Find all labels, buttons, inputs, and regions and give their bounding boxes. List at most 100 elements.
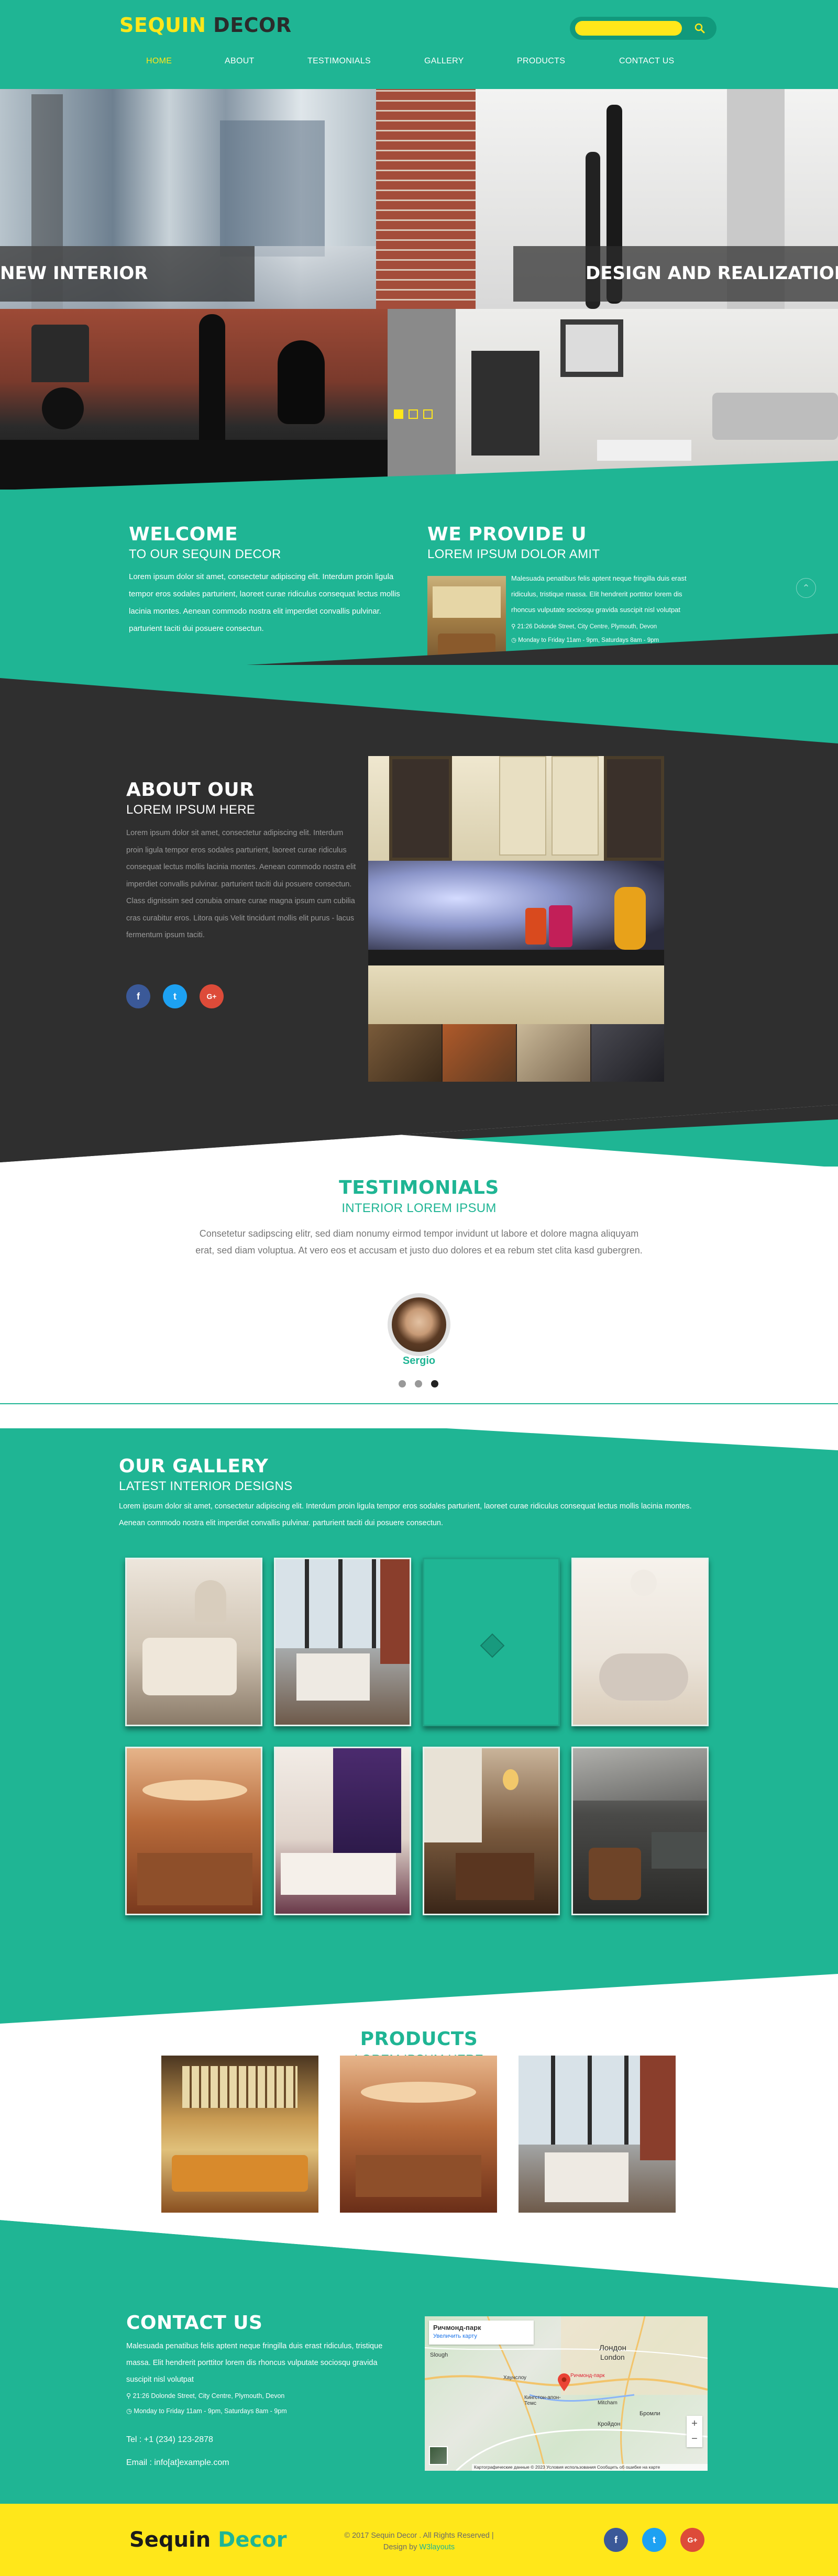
about-slant-bottom xyxy=(0,1105,838,1168)
testimonial-name: Sergio xyxy=(402,1355,436,1367)
testimonial-dot-1[interactable] xyxy=(399,1380,406,1387)
footer-facebook-button[interactable]: f xyxy=(604,2528,628,2552)
contact-slant-top xyxy=(0,2220,838,2293)
gallery-item-6[interactable] xyxy=(274,1747,411,1915)
map-pin-icon[interactable] xyxy=(557,2373,571,2392)
scroll-up-button[interactable]: ⌃ xyxy=(796,578,816,598)
map-label-7: Бромли xyxy=(639,2411,660,2417)
products-slant-top xyxy=(0,1974,838,2026)
gallery-edge xyxy=(0,1403,838,1404)
zoom-in-icon[interactable]: + xyxy=(687,2416,702,2431)
footer-twitter-button[interactable]: t xyxy=(642,2528,666,2552)
google-plus-icon: G+ xyxy=(687,2536,698,2544)
footer-brand-1: Sequin xyxy=(129,2528,211,2552)
contact-email-value[interactable]: info[at]example.com xyxy=(154,2458,229,2467)
gallery-item-7[interactable] xyxy=(423,1747,560,1915)
clock-icon: ◷ xyxy=(126,2407,132,2415)
map-label-6: Mitcham xyxy=(598,2400,618,2406)
map-zoom-controls: + − xyxy=(687,2416,702,2447)
hero-dot-3[interactable] xyxy=(423,409,433,419)
product-item-2[interactable] xyxy=(340,2056,497,2213)
testimonials-section: TESTIMONIALS INTERIOR LOREM IPSUM Conset… xyxy=(0,1167,838,1428)
brand-word-2: DECOR xyxy=(213,14,292,37)
footer-brand-2: Decor xyxy=(218,2528,287,2552)
about-text: Lorem ipsum dolor sit amet, consectetur … xyxy=(126,829,356,939)
testimonials-subtitle: INTERIOR LOREM IPSUM xyxy=(341,1201,497,1215)
testimonial-dot-3[interactable] xyxy=(431,1380,438,1387)
designer-link[interactable]: W3layouts xyxy=(419,2543,455,2551)
nav-about[interactable]: ABOUT xyxy=(225,57,255,66)
facebook-button[interactable]: f xyxy=(126,984,150,1008)
chevron-up-icon: ⌃ xyxy=(802,583,810,593)
zoom-out-icon[interactable]: − xyxy=(687,2431,702,2447)
contact-address-text: 21:26 Dolonde Street, City Centre, Plymo… xyxy=(133,2392,285,2400)
hero-dot-2[interactable] xyxy=(409,409,418,419)
map-label-1: Slough xyxy=(430,2352,448,2358)
provide-address: ⚲ 21:26 Dolonde Street, City Centre, Ply… xyxy=(511,619,706,635)
site-footer: Sequin Decor © 2017 Sequin Decor . All R… xyxy=(0,2504,838,2576)
welcome-subtitle: TO OUR SEQUIN DECOR xyxy=(129,547,281,561)
gallery-item-1[interactable] xyxy=(125,1558,262,1726)
search-icon xyxy=(694,23,705,34)
gallery-item-8[interactable] xyxy=(571,1747,709,1915)
map-city-en: London xyxy=(600,2353,625,2361)
provide-section: WE PROVIDE U LOREM IPSUM DOLOR AMIT xyxy=(427,524,710,562)
contact-map[interactable]: Ричмонд-парк Увеличить карту Лондон Lond… xyxy=(425,2316,708,2471)
map-satellite-toggle[interactable] xyxy=(429,2446,448,2465)
nav-gallery[interactable]: GALLERY xyxy=(424,57,464,66)
provide-title: WE PROVIDE U xyxy=(427,524,587,545)
design-by-label: Design by xyxy=(383,2543,417,2551)
testimonials-quote: Consetetur sadipscing elitr, sed diam no… xyxy=(195,1228,643,1256)
provide-address-text: 21:26 Dolonde Street, City Centre, Plymo… xyxy=(517,624,657,630)
gallery-item-4[interactable] xyxy=(571,1558,709,1726)
about-title: ABOUT OUR xyxy=(126,779,255,801)
google-plus-icon: G+ xyxy=(206,992,217,1001)
contact-tel-label: Tel : xyxy=(126,2435,142,2444)
about-social: f t G+ xyxy=(126,984,231,1011)
welcome-section: WELCOME TO OUR SEQUIN DECOR Lorem ipsum … xyxy=(129,524,400,637)
about-kitchen-image xyxy=(368,756,664,1082)
gallery-item-5[interactable] xyxy=(125,1747,262,1915)
map-enlarge-link[interactable]: Увеличить карту xyxy=(433,2333,530,2339)
copyright-text: © 2017 Sequin Decor . All Rights Reserve… xyxy=(344,2531,494,2540)
contact-email-label: Email : xyxy=(126,2458,152,2467)
zoom-icon xyxy=(480,1633,505,1658)
testimonial-avatar xyxy=(388,1293,450,1356)
products-section: PRODUCTS LOREM IPSUM HERE xyxy=(0,2025,838,2250)
contact-section: CONTACT US Malesuada penatibus felis apt… xyxy=(126,2312,399,2468)
gallery-item-3[interactable] xyxy=(423,1558,560,1726)
twitter-icon: t xyxy=(173,991,177,1002)
contact-tel-value[interactable]: +1 (234) 123-2878 xyxy=(144,2435,213,2444)
gallery-text: Lorem ipsum dolor sit amet, consectetur … xyxy=(119,1502,692,1527)
product-item-3[interactable] xyxy=(519,2056,676,2213)
map-label-4: Ричмонд-парк xyxy=(570,2373,605,2379)
site-header: SEQUIN DECOR HOME ABOUT TESTIMONIALS GAL… xyxy=(0,0,838,89)
welcome-title: WELCOME xyxy=(129,524,238,545)
footer-brand[interactable]: Sequin Decor xyxy=(129,2528,286,2552)
gallery-slant-top xyxy=(0,1403,838,1450)
hero-dot-1[interactable] xyxy=(394,409,403,419)
map-marker-icon: ⚲ xyxy=(511,624,516,630)
nav-contact[interactable]: CONTACT US xyxy=(619,57,675,66)
map-place-name: Ричмонд-парк xyxy=(433,2324,481,2331)
about-slant-top xyxy=(0,665,838,743)
welcome-text: Lorem ipsum dolor sit amet, consectetur … xyxy=(129,572,400,633)
hero-image-brick xyxy=(376,89,476,309)
provide-subtitle: LOREM IPSUM DOLOR AMIT xyxy=(427,547,600,561)
google-plus-button[interactable]: G+ xyxy=(200,984,224,1008)
nav-products[interactable]: PRODUCTS xyxy=(517,57,565,66)
footer-google-plus-button[interactable]: G+ xyxy=(680,2528,704,2552)
footer-copyright: © 2017 Sequin Decor . All Rights Reserve… xyxy=(293,2530,545,2553)
search-button[interactable] xyxy=(689,21,710,36)
brand-logo[interactable]: SEQUIN DECOR xyxy=(119,14,292,37)
nav-home[interactable]: HOME xyxy=(146,57,172,66)
search-input[interactable] xyxy=(575,21,682,36)
twitter-button[interactable]: t xyxy=(163,984,187,1008)
gallery-item-2[interactable] xyxy=(274,1558,411,1726)
product-item-1[interactable] xyxy=(161,2056,318,2213)
search-box xyxy=(570,17,716,40)
nav-testimonials[interactable]: TESTIMONIALS xyxy=(307,57,371,66)
contact-tel: Tel : +1 (234) 123-2878 xyxy=(126,2435,399,2445)
hero-slant xyxy=(0,461,838,492)
testimonial-dot-2[interactable] xyxy=(415,1380,422,1387)
